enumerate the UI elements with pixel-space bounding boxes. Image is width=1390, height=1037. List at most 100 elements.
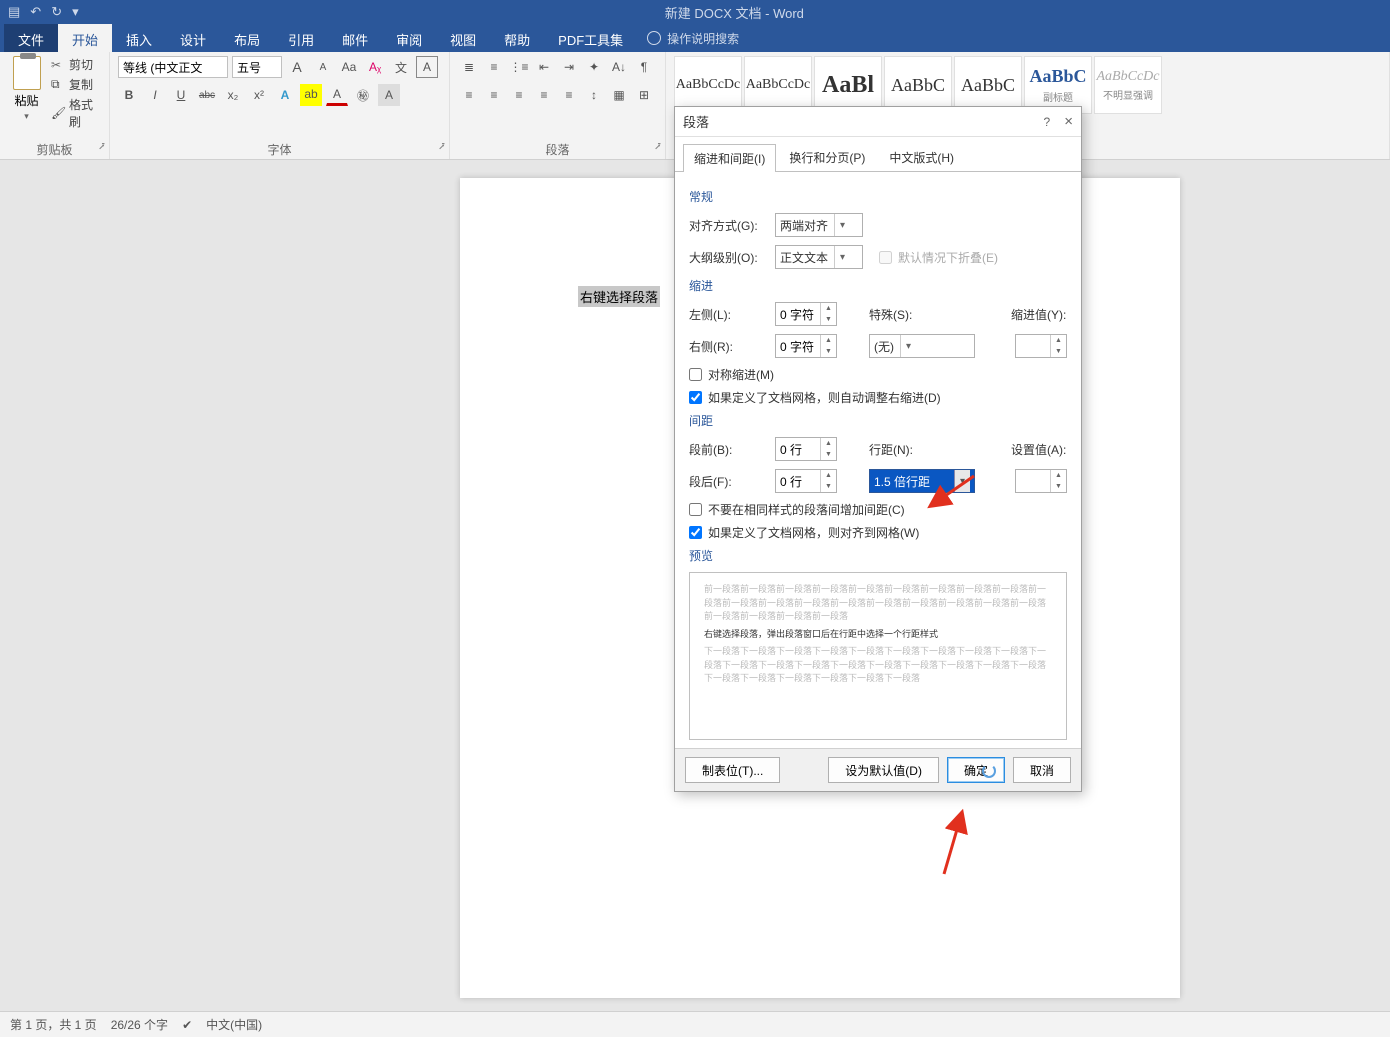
- highlight-button[interactable]: ab: [300, 84, 322, 106]
- borders-button[interactable]: ⊞: [633, 84, 655, 106]
- down-arrow-icon[interactable]: ▼: [821, 449, 836, 460]
- down-arrow-icon[interactable]: ▼: [821, 481, 836, 492]
- change-case-button[interactable]: Aa: [338, 56, 360, 78]
- word-count[interactable]: 26/26 个字: [111, 1016, 168, 1033]
- font-launcher-icon[interactable]: ⭷: [439, 140, 445, 157]
- tab-home[interactable]: 开始: [58, 24, 112, 52]
- at-spin[interactable]: ▲▼: [1015, 469, 1067, 493]
- paragraph-launcher-icon[interactable]: ⭷: [655, 140, 661, 157]
- up-arrow-icon[interactable]: ▲: [1051, 335, 1066, 346]
- down-arrow-icon[interactable]: ▼: [1051, 346, 1066, 357]
- up-arrow-icon[interactable]: ▲: [821, 470, 836, 481]
- dialog-tab-asian[interactable]: 中文版式(H): [878, 143, 965, 171]
- snap-check[interactable]: [689, 526, 702, 539]
- align-center-button[interactable]: ≡: [483, 84, 505, 106]
- indent-by-input[interactable]: [1016, 335, 1050, 357]
- down-arrow-icon[interactable]: ▼: [1051, 481, 1066, 492]
- chevron-down-icon[interactable]: ▾: [954, 470, 970, 492]
- ok-button[interactable]: 确定: [947, 757, 1005, 783]
- tab-help[interactable]: 帮助: [490, 24, 544, 52]
- indent-by-spin[interactable]: ▲▼: [1015, 334, 1067, 358]
- shrink-font-button[interactable]: A: [312, 56, 334, 78]
- italic-button[interactable]: I: [144, 84, 166, 106]
- mirror-check[interactable]: [689, 368, 702, 381]
- language-status[interactable]: 中文(中国): [206, 1016, 262, 1033]
- subscript-button[interactable]: x₂: [222, 84, 244, 106]
- show-marks-button[interactable]: ¶: [633, 56, 655, 78]
- asian-layout-button[interactable]: ✦: [583, 56, 605, 78]
- tab-file[interactable]: 文件: [4, 24, 58, 52]
- sort-button[interactable]: A↓: [608, 56, 630, 78]
- font-size-combo[interactable]: [232, 56, 282, 78]
- enclose-char-button[interactable]: ㊙: [352, 84, 374, 106]
- indent-left-input[interactable]: [776, 303, 820, 325]
- set-default-button[interactable]: 设为默认值(D): [828, 757, 939, 783]
- down-arrow-icon[interactable]: ▼: [821, 346, 836, 357]
- align-left-button[interactable]: ≡: [458, 84, 480, 106]
- tabs-button[interactable]: 制表位(T)...: [685, 757, 780, 783]
- copy-button[interactable]: ⧉复制: [51, 76, 101, 93]
- phonetic-guide-button[interactable]: 文: [390, 56, 412, 78]
- before-input[interactable]: [776, 438, 820, 460]
- undo-icon[interactable]: ↶: [30, 4, 41, 20]
- increase-indent-button[interactable]: ⇥: [558, 56, 580, 78]
- bullets-button[interactable]: ≣: [458, 56, 480, 78]
- shading-button[interactable]: ▦: [608, 84, 630, 106]
- indent-left-spin[interactable]: ▲▼: [775, 302, 837, 326]
- char-border-button[interactable]: A: [416, 56, 438, 78]
- tab-review[interactable]: 审阅: [382, 24, 436, 52]
- dialog-titlebar[interactable]: 段落 ? ×: [675, 107, 1081, 137]
- grow-font-button[interactable]: A: [286, 56, 308, 78]
- superscript-button[interactable]: x²: [248, 84, 270, 106]
- up-arrow-icon[interactable]: ▲: [1051, 470, 1066, 481]
- proofing-icon[interactable]: ✔: [182, 1018, 192, 1032]
- tab-mailings[interactable]: 邮件: [328, 24, 382, 52]
- cancel-button[interactable]: 取消: [1013, 757, 1071, 783]
- multilevel-button[interactable]: ⋮≡: [508, 56, 530, 78]
- up-arrow-icon[interactable]: ▲: [821, 438, 836, 449]
- cut-button[interactable]: ✂剪切: [51, 56, 101, 73]
- page-status[interactable]: 第 1 页，共 1 页: [10, 1016, 97, 1033]
- tab-references[interactable]: 引用: [274, 24, 328, 52]
- help-button[interactable]: ?: [1044, 115, 1051, 129]
- distributed-button[interactable]: ≡: [558, 84, 580, 106]
- tab-view[interactable]: 视图: [436, 24, 490, 52]
- nospace-check[interactable]: [689, 503, 702, 516]
- dialog-tab-pagination[interactable]: 换行和分页(P): [778, 143, 876, 171]
- mirror-indent-checkbox[interactable]: 对称缩进(M): [689, 366, 1067, 383]
- tab-pdf[interactable]: PDF工具集: [544, 24, 637, 52]
- save-icon[interactable]: ▤: [8, 4, 20, 20]
- underline-button[interactable]: U: [170, 84, 192, 106]
- up-arrow-icon[interactable]: ▲: [821, 335, 836, 346]
- after-input[interactable]: [776, 470, 820, 492]
- selected-text[interactable]: 右键选择段落: [578, 286, 660, 307]
- tell-me[interactable]: 操作说明搜索: [637, 24, 739, 52]
- clear-format-button[interactable]: Aᵪ: [364, 56, 386, 78]
- after-spin[interactable]: ▲▼: [775, 469, 837, 493]
- nospace-same-style-checkbox[interactable]: 不要在相同样式的段落间增加间距(C): [689, 501, 1067, 518]
- line-spacing-button[interactable]: ↕: [583, 84, 605, 106]
- before-spin[interactable]: ▲▼: [775, 437, 837, 461]
- auto-adjust-indent-checkbox[interactable]: 如果定义了文档网格，则自动调整右缩进(D): [689, 389, 1067, 406]
- text-effects-button[interactable]: A: [274, 84, 296, 106]
- align-right-button[interactable]: ≡: [508, 84, 530, 106]
- clipboard-launcher-icon[interactable]: ⭷: [99, 140, 105, 157]
- strike-button[interactable]: abc: [196, 84, 218, 106]
- at-input[interactable]: [1016, 470, 1050, 492]
- bold-button[interactable]: B: [118, 84, 140, 106]
- redo-icon[interactable]: ↻: [51, 4, 62, 20]
- format-painter-button[interactable]: 🖌格式刷: [51, 96, 101, 130]
- numbering-button[interactable]: ≡: [483, 56, 505, 78]
- tab-layout[interactable]: 布局: [220, 24, 274, 52]
- style-subtle-emphasis[interactable]: AaBbCcDc不明显强调: [1094, 56, 1162, 114]
- tab-insert[interactable]: 插入: [112, 24, 166, 52]
- close-button[interactable]: ×: [1064, 113, 1073, 130]
- outline-combo[interactable]: 正文文本▾: [775, 245, 863, 269]
- indent-right-input[interactable]: [776, 335, 820, 357]
- up-arrow-icon[interactable]: ▲: [821, 303, 836, 314]
- dialog-tab-indent[interactable]: 缩进和间距(I): [683, 144, 776, 172]
- font-color-button[interactable]: A: [326, 84, 348, 106]
- alignment-combo[interactable]: 两端对齐▾: [775, 213, 863, 237]
- paste-button[interactable]: 粘贴 ▾: [8, 56, 45, 122]
- justify-button[interactable]: ≡: [533, 84, 555, 106]
